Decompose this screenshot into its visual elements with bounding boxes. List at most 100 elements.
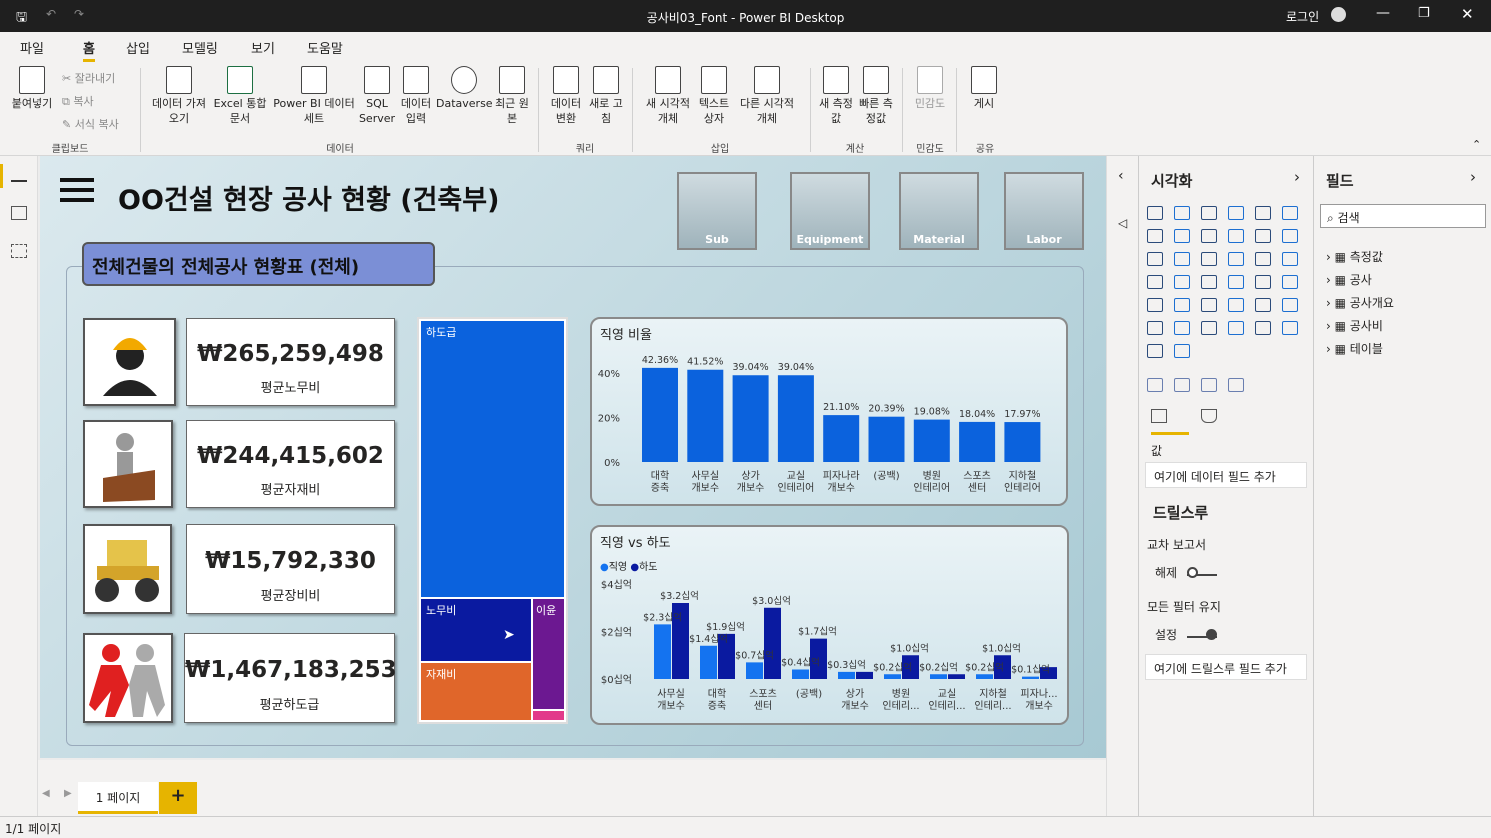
visual-type-icon[interactable] [1255, 229, 1271, 243]
cut-button[interactable]: ✂ 잘라내기 [62, 70, 115, 86]
visual-type-icon[interactable] [1147, 229, 1163, 243]
visual-type-icon[interactable] [1255, 252, 1271, 266]
pbi-dataset-button[interactable]: Power BI 데이터 세트 [270, 66, 358, 126]
nav-button-material[interactable]: Material [899, 172, 979, 250]
visual-type-icon[interactable] [1255, 275, 1271, 289]
next-page-icon[interactable]: ▶ [64, 788, 72, 799]
visual-type-icon[interactable] [1228, 206, 1244, 220]
page-tab-1[interactable]: 1 페이지 [78, 782, 158, 814]
format-tab-icon[interactable] [1201, 409, 1217, 423]
close-icon[interactable]: ✕ [1461, 5, 1474, 23]
direct-ratio-chart[interactable]: 직영 비율 40% 20% 0% 42.36% 대학 증축 41.52% 사무실 개보수 39.0… [590, 317, 1068, 506]
visual-type-icon[interactable] [1174, 344, 1190, 358]
visual-type-icon[interactable] [1174, 275, 1190, 289]
quick-measure-button[interactable]: 빠른 측정값 [856, 66, 896, 126]
add-drillthrough-field-well[interactable]: 여기에 드릴스루 필드 추가 [1145, 654, 1307, 680]
visual-type-icon[interactable] [1201, 229, 1217, 243]
visual-type-icon[interactable] [1147, 206, 1163, 220]
report-view-icon[interactable] [11, 168, 27, 182]
visual-type-icon[interactable] [1174, 298, 1190, 312]
fields-tab-icon[interactable] [1151, 409, 1167, 423]
visual-type-icon[interactable] [1147, 321, 1163, 335]
menu-view[interactable]: 보기 [251, 38, 275, 57]
textbox-button[interactable]: 텍스트 상자 [696, 66, 732, 126]
field-table-overview[interactable]: › ▦ 공사개요 [1326, 294, 1394, 311]
direct-vs-sub-chart[interactable]: 직영 vs 하도 ●직영 ●하도 $4십억 $2십억 $0십억 $2.3십억 $3.2십… [590, 525, 1069, 725]
visual-type-icon[interactable] [1255, 321, 1271, 335]
login-link[interactable]: 로그인 [1286, 8, 1319, 25]
custom-visual-icon[interactable] [1228, 378, 1244, 392]
model-view-icon[interactable] [11, 244, 27, 258]
visual-type-icon[interactable] [1255, 206, 1271, 220]
cost-treemap[interactable]: 하도급 노무비 이윤 자재비 ➤ [417, 317, 568, 724]
add-data-field-well[interactable]: 여기에 데이터 필드 추가 [1145, 462, 1307, 488]
visual-type-icon[interactable] [1174, 252, 1190, 266]
custom-visual-icon[interactable] [1147, 378, 1163, 392]
nav-button-sub[interactable]: Sub [677, 172, 757, 250]
visual-type-icon[interactable] [1147, 298, 1163, 312]
menu-file[interactable]: 파일 [20, 38, 44, 57]
transform-data-button[interactable]: 데이터 변환 [546, 66, 586, 126]
visual-type-icon[interactable] [1147, 275, 1163, 289]
visual-type-icon[interactable] [1282, 229, 1298, 243]
filter-icon[interactable]: ◁ [1118, 216, 1127, 230]
prev-page-icon[interactable]: ◀ [42, 788, 50, 799]
copy-button[interactable]: ⧉ 복사 [62, 93, 94, 109]
publish-button[interactable]: 게시 [964, 66, 1004, 111]
field-table-measures[interactable]: › ▦ 측정값 [1326, 248, 1383, 265]
paste-button[interactable]: 붙여넣기 [8, 66, 56, 111]
menu-insert[interactable]: 삽입 [126, 38, 150, 57]
sensitivity-button[interactable]: 민감도 [908, 66, 952, 111]
visual-type-icon[interactable] [1228, 275, 1244, 289]
visual-type-icon[interactable] [1282, 206, 1298, 220]
custom-visual-icon[interactable] [1201, 378, 1217, 392]
menu-icon[interactable] [60, 178, 94, 202]
visual-type-icon[interactable] [1282, 321, 1298, 335]
filters-collapsed-pane[interactable]: ‹ ◁ [1106, 156, 1138, 816]
new-visual-button[interactable]: 새 시각적 개체 [640, 66, 696, 126]
minimize-icon[interactable]: — [1376, 5, 1390, 21]
excel-button[interactable]: Excel 통합 문서 [212, 66, 268, 126]
visual-type-icon[interactable] [1147, 344, 1163, 358]
keep-filters-toggle[interactable] [1187, 629, 1217, 640]
visual-type-icon[interactable] [1201, 206, 1217, 220]
visual-type-icon[interactable] [1201, 298, 1217, 312]
dataverse-button[interactable]: Dataverse [436, 66, 493, 111]
collapse-ribbon-icon[interactable]: ⌃ [1472, 138, 1481, 151]
visual-type-icon[interactable] [1201, 275, 1217, 289]
treemap-cell-subcontract[interactable]: 하도급 [421, 321, 564, 597]
chevron-right-icon[interactable]: › [1470, 168, 1476, 186]
cross-report-toggle[interactable] [1187, 567, 1217, 578]
format-painter-button[interactable]: ✎ 서식 복사 [62, 116, 119, 132]
field-search-input[interactable]: ⌕ 검색 [1320, 204, 1486, 228]
visual-type-icon[interactable] [1228, 252, 1244, 266]
visual-type-icon[interactable] [1228, 298, 1244, 312]
visual-type-icon[interactable] [1201, 321, 1217, 335]
chevron-left-icon[interactable]: ‹ [1118, 168, 1124, 184]
more-visuals-button[interactable]: 다른 시각적 개체 [734, 66, 800, 126]
visual-type-icon[interactable] [1228, 321, 1244, 335]
add-page-button[interactable]: + [159, 782, 197, 814]
treemap-cell-equipment[interactable] [533, 711, 564, 720]
visual-type-icon[interactable] [1174, 206, 1190, 220]
custom-visual-icon[interactable] [1174, 378, 1190, 392]
data-view-icon[interactable] [11, 206, 27, 220]
visual-type-icon[interactable] [1201, 252, 1217, 266]
nav-button-equipment[interactable]: Equipment [790, 172, 870, 250]
enter-data-button[interactable]: 데이터 입력 [396, 66, 436, 126]
restore-icon[interactable]: ❐ [1418, 6, 1430, 21]
get-data-button[interactable]: 데이터 가져오기 [150, 66, 208, 126]
field-table-construction[interactable]: › ▦ 공사 [1326, 271, 1372, 288]
visual-type-icon[interactable] [1147, 252, 1163, 266]
nav-button-labor[interactable]: Labor [1004, 172, 1084, 250]
field-table-table[interactable]: › ▦ 테이블 [1326, 340, 1383, 357]
menu-modeling[interactable]: 모델링 [182, 38, 218, 57]
new-measure-button[interactable]: 새 측정값 [816, 66, 856, 126]
visual-type-icon[interactable] [1255, 298, 1271, 312]
visual-type-icon[interactable] [1282, 252, 1298, 266]
visual-type-icon[interactable] [1282, 298, 1298, 312]
field-table-cost[interactable]: › ▦ 공사비 [1326, 317, 1383, 334]
sql-server-button[interactable]: SQL Server [358, 66, 396, 126]
menu-home[interactable]: 홈 [83, 38, 95, 62]
refresh-button[interactable]: 새로 고침 [588, 66, 624, 126]
